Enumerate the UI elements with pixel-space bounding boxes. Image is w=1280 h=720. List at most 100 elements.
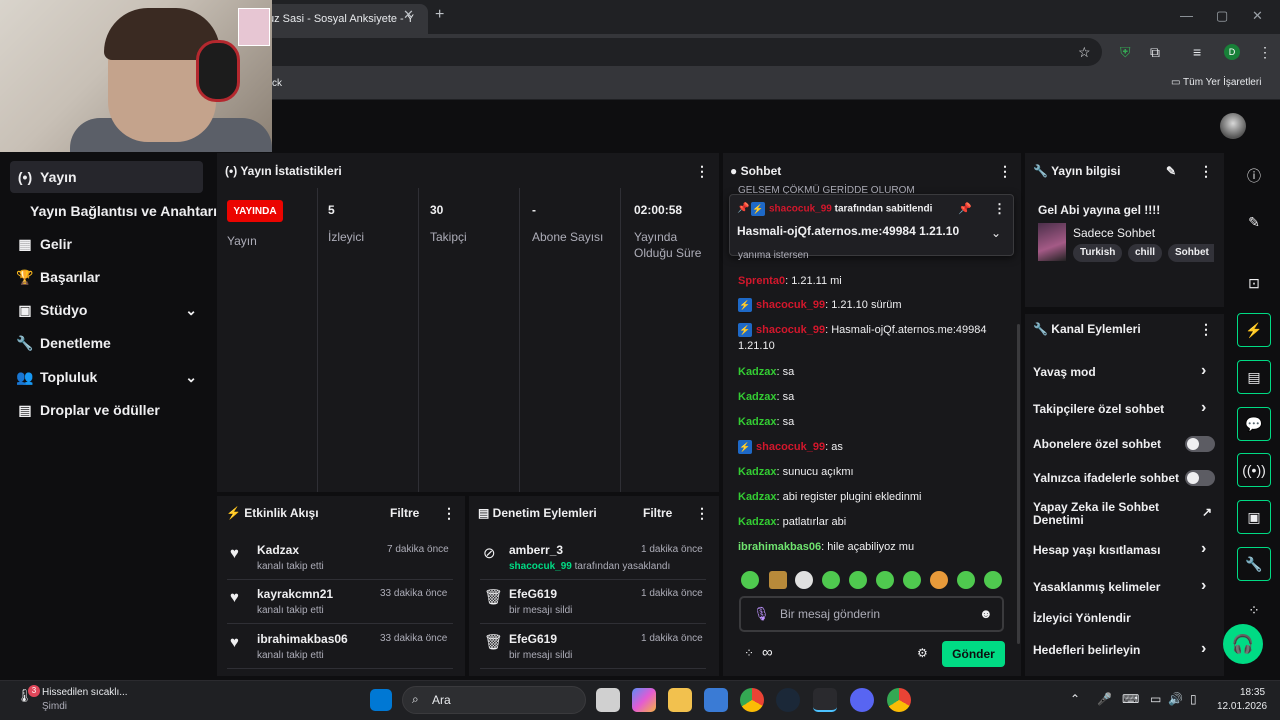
activity-user[interactable]: kayrakcmn21 xyxy=(257,587,333,601)
emote-icon[interactable] xyxy=(822,571,840,589)
chat-scrollbar[interactable] xyxy=(1017,324,1020,644)
moderation-menu-icon[interactable]: ⋮ xyxy=(695,505,709,522)
tab-close-icon[interactable]: ✕ xyxy=(403,7,414,23)
chevron-right-icon[interactable]: › xyxy=(1201,540,1206,558)
keyboard-icon[interactable]: ⌨ xyxy=(1122,692,1139,706)
emote-icon[interactable] xyxy=(957,571,975,589)
moderation-target[interactable]: amberr_3 xyxy=(509,543,563,557)
nav-item-studio[interactable]: ▣ Stüdyo ⌄ xyxy=(10,294,203,326)
microphone-tray-icon[interactable]: 🎤 xyxy=(1097,692,1112,706)
nav-item-stream-key[interactable]: Yayın Bağlantısı ve Anahtarı xyxy=(30,195,220,227)
channel-actions-menu-icon[interactable]: ⋮ xyxy=(1199,321,1213,338)
file-explorer-icon[interactable] xyxy=(668,688,692,712)
action-slow-mode[interactable]: Yavaş mod xyxy=(1033,366,1096,379)
chevron-right-icon[interactable]: › xyxy=(1201,577,1206,595)
steam-icon[interactable] xyxy=(776,688,800,712)
emote-icon[interactable] xyxy=(741,571,759,589)
star-icon[interactable]: ☆ xyxy=(1078,44,1091,61)
discord-icon[interactable] xyxy=(850,688,874,712)
stats-menu-icon[interactable]: ⋮ xyxy=(695,163,709,180)
emote-icon[interactable] xyxy=(930,571,948,589)
chevron-up-icon[interactable]: ⌃ xyxy=(1070,692,1080,706)
chevron-down-icon[interactable]: ⌄ xyxy=(991,226,1001,240)
chevron-right-icon[interactable]: › xyxy=(1201,362,1206,380)
battery-icon[interactable]: ▯ xyxy=(1190,692,1197,706)
activity-menu-icon[interactable]: ⋮ xyxy=(442,505,456,522)
moderation-target[interactable]: EfeG619 xyxy=(509,587,557,601)
lightning-icon[interactable]: ⚡ xyxy=(1237,313,1271,347)
profile-avatar[interactable]: D xyxy=(1224,44,1240,60)
moderation-filter-button[interactable]: Filtre xyxy=(643,506,672,520)
media-icon[interactable]: ≡ xyxy=(1193,44,1201,60)
extensions-icon[interactable]: ⧉ xyxy=(1150,44,1160,61)
action-raid[interactable]: İzleyici Yönlendir xyxy=(1033,612,1131,625)
emote-only-toggle[interactable] xyxy=(1185,470,1215,486)
emote-icon[interactable] xyxy=(795,571,813,589)
wrench-icon[interactable]: 🔧 xyxy=(1237,547,1271,581)
menu-icon[interactable]: ⋮ xyxy=(1258,44,1272,61)
taskbar-search[interactable] xyxy=(402,686,586,714)
store-icon[interactable] xyxy=(704,688,728,712)
edit-icon[interactable]: ✎ xyxy=(1237,205,1271,239)
address-bar[interactable] xyxy=(250,38,1102,66)
moderation-target[interactable]: EfeG619 xyxy=(509,632,557,646)
emote-icon[interactable] xyxy=(876,571,894,589)
nav-item-drops[interactable]: ▤ Droplar ve ödüller xyxy=(10,394,203,426)
notes-icon[interactable]: ▤ xyxy=(1237,360,1271,394)
chrome-profile-icon[interactable] xyxy=(887,688,911,712)
action-banned-words[interactable]: Yasaklanmış kelimeler xyxy=(1033,581,1160,594)
display-icon[interactable]: ▭ xyxy=(1150,692,1161,706)
edit-pencil-icon[interactable]: ✎ xyxy=(1166,164,1176,178)
nav-item-community[interactable]: 👥 Topluluk ⌄ xyxy=(10,361,203,393)
ad-icon[interactable]: ▣ xyxy=(1237,500,1271,534)
copilot-icon[interactable] xyxy=(632,688,656,712)
chat-icon[interactable]: 💬 xyxy=(1237,407,1271,441)
action-ai-moderation[interactable]: Yapay Zeka ile Sohbet Denetimi xyxy=(1033,501,1183,527)
action-account-age[interactable]: Hesap yaşı kısıtlaması xyxy=(1033,544,1160,557)
pinned-menu-icon[interactable]: ⋮ xyxy=(993,201,1006,217)
action-goals[interactable]: Hedefleri belirleyin xyxy=(1033,644,1140,657)
action-followers-only[interactable]: Takipçilere özel sohbet xyxy=(1033,403,1164,416)
external-link-icon[interactable]: ↗ xyxy=(1202,505,1212,519)
task-view-icon[interactable] xyxy=(596,688,620,712)
emote-icon[interactable] xyxy=(849,571,867,589)
volume-icon[interactable]: 🔊 xyxy=(1168,692,1183,706)
obs-icon[interactable] xyxy=(813,688,837,712)
settings-icon[interactable]: ⚙ xyxy=(917,646,928,660)
chat-menu-icon[interactable]: ⋮ xyxy=(998,163,1012,180)
subs-only-toggle[interactable] xyxy=(1185,436,1215,452)
activity-filter-button[interactable]: Filtre xyxy=(390,506,419,520)
chevron-right-icon[interactable]: › xyxy=(1201,399,1206,417)
clock-time[interactable]: 18:35 xyxy=(1240,687,1265,698)
emote-icon[interactable] xyxy=(984,571,1002,589)
emoji-icon[interactable]: ☻ xyxy=(979,606,993,621)
maximize-icon[interactable]: ▢ xyxy=(1216,8,1228,24)
bookmark-item[interactable]: ck xyxy=(272,78,282,89)
nav-item-achievements[interactable]: 🏆 Başarılar xyxy=(10,261,203,293)
microphone-icon[interactable]: 🎙 xyxy=(753,606,770,622)
tag-chip[interactable]: chill xyxy=(1128,244,1163,262)
channel-points-icon[interactable]: ⁘ xyxy=(744,646,754,660)
chrome-icon[interactable] xyxy=(740,688,764,712)
emote-icon[interactable] xyxy=(903,571,921,589)
all-bookmarks[interactable]: ▭ Tüm Yer İşaretleri xyxy=(1171,77,1261,88)
broadcast-icon[interactable]: ((•)) xyxy=(1237,453,1271,487)
minimize-icon[interactable]: — xyxy=(1180,8,1193,23)
emote-icon[interactable] xyxy=(769,571,787,589)
shield-extension-icon[interactable]: ⛨ xyxy=(1120,44,1131,61)
add-quick-action-icon[interactable]: ⁘ xyxy=(1237,593,1271,627)
clip-icon[interactable]: ⊡ xyxy=(1237,266,1271,300)
new-tab-icon[interactable]: + xyxy=(435,6,444,24)
nav-item-stream[interactable]: (•) Yayın xyxy=(10,161,203,193)
close-window-icon[interactable]: ✕ xyxy=(1252,8,1263,24)
stream-category[interactable]: Sadece Sohbet xyxy=(1073,226,1155,240)
activity-user[interactable]: Kadzax xyxy=(257,543,299,557)
activity-user[interactable]: ibrahimakbas06 xyxy=(257,632,348,646)
support-headset-icon[interactable]: 🎧 xyxy=(1223,624,1263,664)
weather-text[interactable]: Hissedilen sıcaklı... xyxy=(42,687,128,698)
nav-item-revenue[interactable]: ▦ Gelir xyxy=(10,228,203,260)
user-avatar[interactable] xyxy=(1220,113,1246,139)
unpin-icon[interactable]: 📌 xyxy=(958,202,972,215)
stream-info-menu-icon[interactable]: ⋮ xyxy=(1199,163,1213,180)
clock-date[interactable]: 12.01.2026 xyxy=(1217,701,1267,712)
